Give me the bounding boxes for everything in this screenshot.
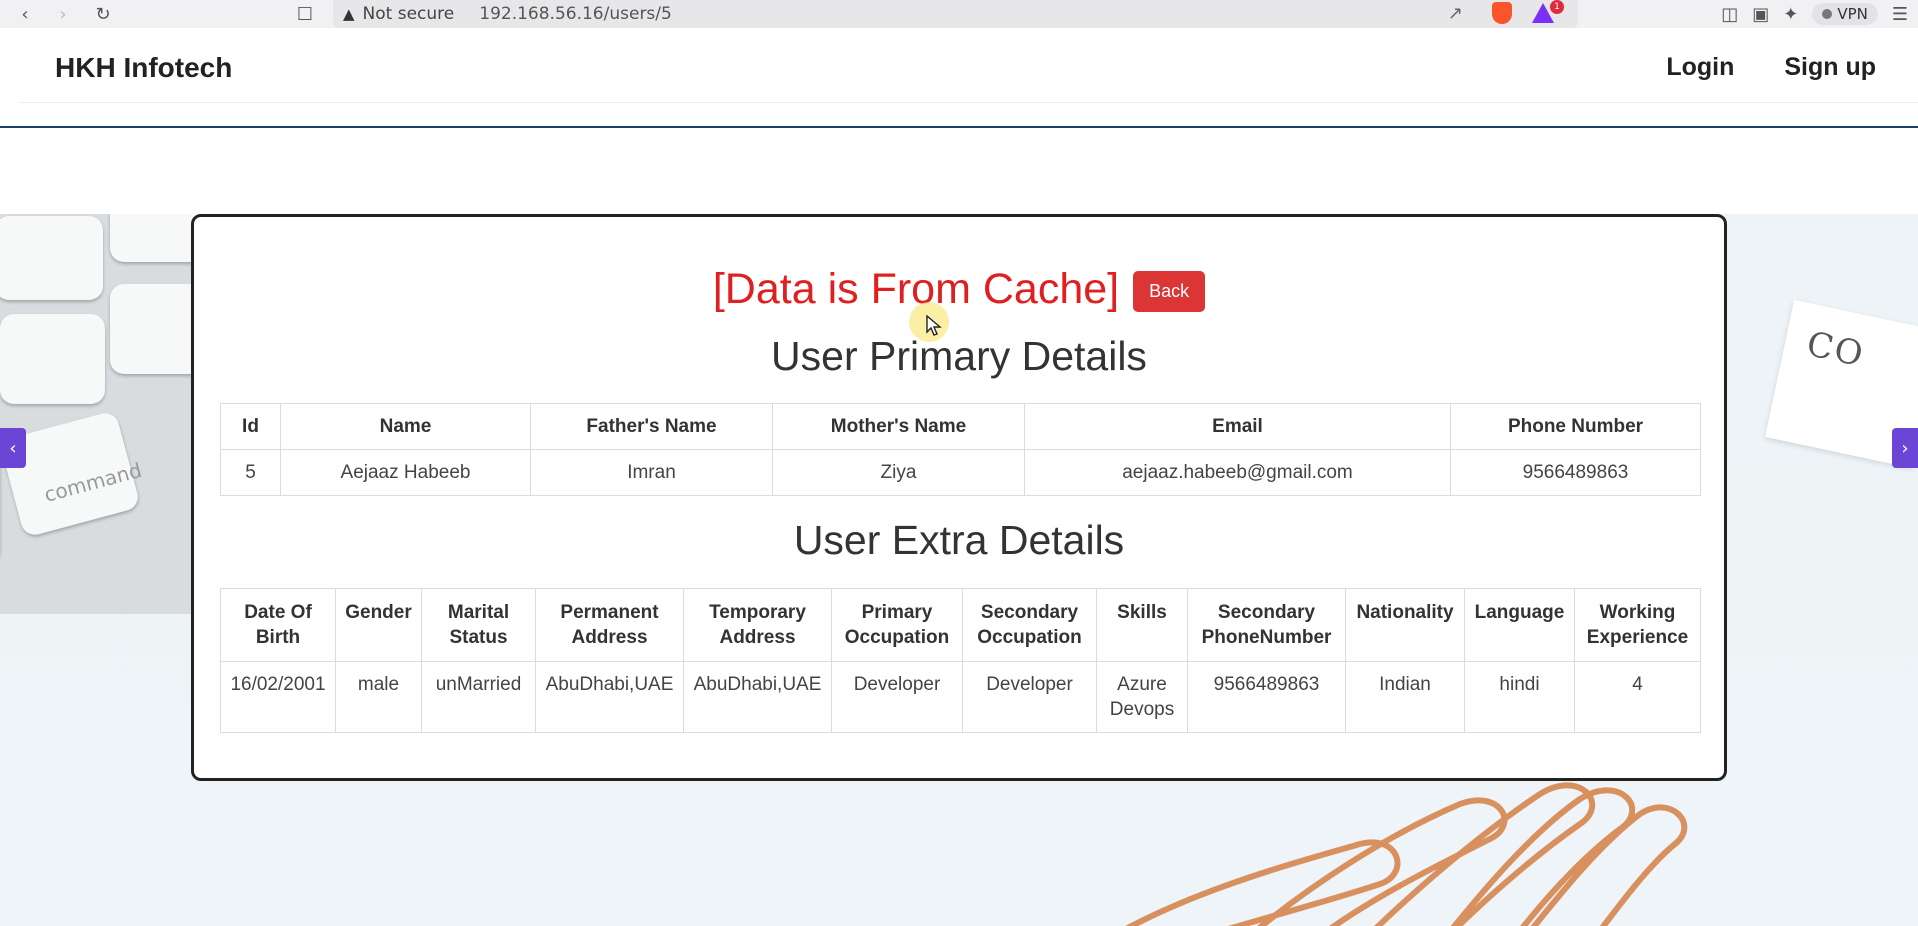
- column-header: Name: [280, 403, 531, 450]
- browser-toolbar: ‹ › ↻ ☐ ▲ Not secure 192.168.56.16/users…: [0, 0, 1918, 28]
- column-header: Id: [220, 403, 281, 450]
- brave-shield-icon[interactable]: [1492, 2, 1512, 24]
- business-card-text: CO: [1803, 324, 1869, 376]
- table-header-row: Id Name Father's Name Mother's Name Emai…: [220, 403, 1701, 450]
- security-label[interactable]: Not secure: [363, 4, 455, 24]
- table-cell: 16/02/2001: [220, 661, 336, 733]
- keyboard-key-label: command: [41, 457, 145, 507]
- url-text[interactable]: 192.168.56.16/users/5: [479, 4, 672, 24]
- column-header: Phone Number: [1450, 403, 1701, 450]
- leo-ai-icon[interactable]: ✦: [1783, 4, 1798, 25]
- column-header: Secondary Occupation: [962, 588, 1097, 662]
- table-row: 5 Aejaaz Habeeb Imran Ziya aejaaz.habeeb…: [220, 449, 1701, 496]
- column-header: Mother's Name: [772, 403, 1025, 450]
- column-header: Permanent Address: [535, 588, 684, 662]
- navbar-divider: [18, 102, 1918, 103]
- column-header: Language: [1464, 588, 1575, 662]
- table-cell: 9566489863: [1450, 449, 1701, 496]
- forward-arrow-icon[interactable]: ›: [50, 1, 76, 27]
- keyboard-key: [0, 314, 105, 404]
- primary-details-table: Id Name Father's Name Mother's Name Emai…: [220, 403, 1701, 496]
- carousel-next-button[interactable]: ›: [1892, 428, 1918, 468]
- table-cell: hindi: [1464, 661, 1575, 733]
- share-icon[interactable]: ↗: [1448, 3, 1463, 24]
- address-bar[interactable]: ▲ Not secure 192.168.56.16/users/5 ↗ 1: [333, 0, 1578, 28]
- warning-icon: ▲: [343, 5, 355, 23]
- bookmark-icon[interactable]: ☐: [292, 1, 318, 27]
- rewards-badge: 1: [1550, 0, 1564, 14]
- chevron-left-icon: ‹: [9, 437, 17, 459]
- column-header: Temporary Address: [683, 588, 832, 662]
- site-navbar: HKH Infotech Login Sign up: [0, 28, 1918, 128]
- extra-details-table: Date Of Birth Gender Marital Status Perm…: [220, 588, 1701, 733]
- chevron-right-icon: ›: [1901, 437, 1909, 459]
- carousel-prev-button[interactable]: ‹: [0, 428, 26, 468]
- table-row: 16/02/2001 male unMarried AbuDhabi,UAE A…: [220, 661, 1701, 733]
- vpn-button[interactable]: VPN: [1812, 3, 1878, 25]
- column-header: Father's Name: [530, 403, 773, 450]
- user-details-card: [Data is From Cache] Back User Primary D…: [191, 214, 1727, 781]
- extra-details-title: User Extra Details: [793, 517, 1125, 563]
- primary-details-title: User Primary Details: [771, 333, 1147, 379]
- column-header: Gender: [335, 588, 422, 662]
- table-cell: aejaaz.habeeb@gmail.com: [1024, 449, 1451, 496]
- table-cell: Ziya: [772, 449, 1025, 496]
- table-header-row: Date Of Birth Gender Marital Status Perm…: [220, 588, 1701, 662]
- reload-icon[interactable]: ↻: [90, 1, 116, 27]
- table-cell: Aejaaz Habeeb: [280, 449, 531, 496]
- paperclips-image: [1125, 782, 1688, 926]
- column-header: Email: [1024, 403, 1451, 450]
- column-header: Primary Occupation: [831, 588, 963, 662]
- column-header: Skills: [1096, 588, 1188, 662]
- login-link[interactable]: Login: [1666, 53, 1734, 82]
- vpn-status-icon: [1822, 9, 1833, 19]
- table-cell: Azure Devops: [1096, 661, 1188, 733]
- sidebar-icon[interactable]: ◫: [1721, 4, 1738, 25]
- mouse-pointer-icon: [926, 315, 942, 336]
- table-cell: Developer: [962, 661, 1097, 733]
- signup-link[interactable]: Sign up: [1784, 53, 1876, 82]
- table-cell: 5: [220, 449, 281, 496]
- wallet-icon[interactable]: ▣: [1752, 4, 1769, 25]
- column-header: Working Experience: [1574, 588, 1701, 662]
- table-cell: unMarried: [421, 661, 536, 733]
- table-cell: 4: [1574, 661, 1701, 733]
- column-header: Secondary PhoneNumber: [1187, 588, 1346, 662]
- vpn-label: VPN: [1837, 5, 1868, 23]
- column-header: Marital Status: [421, 588, 536, 662]
- back-button[interactable]: Back: [1133, 271, 1206, 312]
- table-cell: 9566489863: [1187, 661, 1346, 733]
- table-cell: AbuDhabi,UAE: [683, 661, 832, 733]
- table-cell: Developer: [831, 661, 963, 733]
- column-header: Nationality: [1345, 588, 1465, 662]
- table-cell: AbuDhabi,UAE: [535, 661, 684, 733]
- browser-right-tools: ◫ ▣ ✦ VPN ☰: [1721, 0, 1918, 28]
- menu-icon[interactable]: ☰: [1892, 4, 1908, 25]
- table-cell: male: [335, 661, 422, 733]
- table-cell: Imran: [530, 449, 773, 496]
- back-arrow-icon[interactable]: ‹: [12, 1, 38, 27]
- table-cell: Indian: [1345, 661, 1465, 733]
- navbar-underline: [0, 126, 1918, 128]
- cache-header: [Data is From Cache] Back: [194, 265, 1724, 314]
- nav-links: Login Sign up: [1666, 53, 1876, 82]
- brand-logo[interactable]: HKH Infotech: [55, 52, 232, 84]
- keyboard-key: [0, 216, 103, 300]
- column-header: Date Of Birth: [220, 588, 336, 662]
